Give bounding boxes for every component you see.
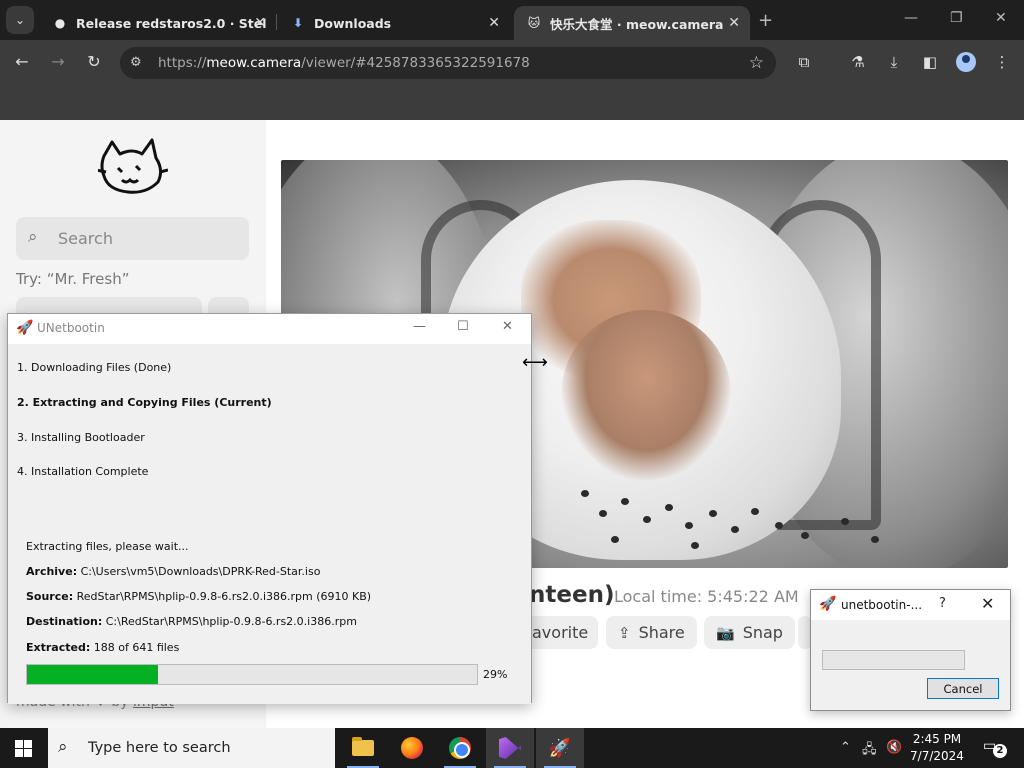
cancel-button[interactable]: Cancel [927, 678, 999, 699]
browser-toolbar: ← → ↻ ⚙ https://meow.camera/viewer/#4258… [0, 40, 1024, 86]
maximize-icon[interactable]: ☐ [457, 319, 469, 334]
unetbootin-body: 1. Downloading Files (Done) 2. Extractin… [8, 344, 531, 704]
step-downloading: 1. Downloading Files (Done) [17, 361, 172, 374]
start-windows-icon[interactable] [15, 740, 32, 757]
search-suggestion[interactable]: Try: “Mr. Fresh” [16, 270, 129, 288]
dialog-titlebar[interactable]: 🚀 unetbootin-... ? ✕ [811, 590, 1010, 620]
tab-meow-camera[interactable]: 🐱 快乐大食堂 · meow.camera ✕ [514, 6, 750, 40]
step-complete: 4. Installation Complete [17, 465, 149, 478]
cat-icon: 🐱 [527, 16, 541, 30]
site-info-icon[interactable]: ⚙ [130, 55, 142, 70]
minimize-icon[interactable]: — [904, 10, 918, 26]
profile-avatar[interactable] [956, 52, 976, 72]
unetbootin-window: 🚀 UNetbootin — ☐ ✕ 1. Downloading Files … [7, 313, 532, 704]
download-icon: ⬇ [292, 16, 304, 30]
dialog-progress-bar [822, 650, 965, 670]
restore-icon[interactable]: ❐ [950, 10, 963, 26]
firefox-icon[interactable] [388, 728, 436, 768]
unetbootin-app-icon: 🚀 [16, 320, 34, 336]
local-time: Local time: 5:45:22 AM [614, 587, 799, 606]
share-icon: ⇪ [618, 623, 631, 642]
step-extracting: 2. Extracting and Copying Files (Current… [17, 396, 272, 409]
close-window-icon[interactable]: ✕ [995, 10, 1007, 26]
new-tab-button[interactable]: + [758, 10, 773, 31]
unetbootin-taskbar-icon[interactable]: 🚀 [536, 728, 584, 768]
minimize-icon[interactable]: — [413, 319, 426, 334]
step-bootloader: 3. Installing Bootloader [17, 431, 145, 444]
feed-title: nteen) [529, 582, 615, 608]
search-icon: ⌕ [28, 227, 38, 247]
network-icon[interactable]: 🖧 [862, 740, 877, 762]
unetbootin-titlebar[interactable]: 🚀 UNetbootin — ☐ ✕ [8, 314, 531, 344]
unetbootin-app-icon: 🚀 [819, 596, 837, 612]
progress-percent: 29% [483, 668, 508, 681]
visual-studio-icon[interactable] [486, 728, 534, 768]
resize-cursor-icon: ⟷ [522, 352, 548, 373]
volume-muted-icon[interactable]: 🔇 [886, 740, 902, 755]
extensions-icon[interactable]: ⧉ [794, 53, 814, 71]
chrome-icon[interactable] [436, 728, 484, 768]
unetbootin-dialog: 🚀 unetbootin-... ? ✕ Cancel [810, 589, 1011, 711]
search-icon: ⌕ [58, 737, 68, 757]
close-icon[interactable]: ✕ [254, 15, 266, 31]
progress-fill [27, 665, 158, 684]
tab-downloads[interactable]: ⬇ Downloads ✕ [278, 6, 510, 40]
source-info: Source: RedStar\RPMS\hplip-0.9.8-6.rs2.0… [26, 590, 372, 603]
archive-info: Archive: C:\Users\vm5\Downloads\DPRK-Red… [26, 565, 321, 578]
status-text: Extracting files, please wait... [26, 540, 189, 553]
forward-icon[interactable]: → [47, 52, 69, 71]
menu-kebab-icon[interactable]: ⋮ [992, 53, 1012, 71]
file-explorer-icon[interactable] [339, 728, 387, 768]
cat-logo-icon[interactable] [98, 136, 168, 198]
system-clock[interactable]: 2:45 PM 7/7/2024 [906, 731, 968, 765]
labs-flask-icon[interactable]: ⚗ [848, 53, 868, 71]
snap-button[interactable]: 📷 Snap [704, 616, 795, 649]
bookmark-bar [0, 86, 1024, 120]
back-icon[interactable]: ← [11, 52, 33, 71]
reload-icon[interactable]: ↻ [83, 52, 105, 71]
close-icon[interactable]: ✕ [502, 319, 513, 334]
side-panel-icon[interactable]: ◧ [920, 53, 940, 71]
destination-info: Destination: C:\RedStar\RPMS\hplip-0.9.8… [26, 615, 357, 628]
notification-center-icon[interactable]: ▭ 2 [983, 738, 1007, 758]
browser-tab-bar: ⌄ ● Release redstaros2.0 · StellaLo ✕ ⬇ … [0, 0, 1024, 40]
close-icon[interactable]: ✕ [981, 594, 994, 613]
camera-icon: 📷 [716, 623, 735, 642]
help-button[interactable]: ? [939, 596, 946, 611]
taskbar-search[interactable]: ⌕ Type here to search [48, 728, 335, 768]
extract-progress-bar [26, 664, 478, 685]
extracted-info: Extracted: 188 of 641 files [26, 641, 180, 654]
downloads-icon[interactable]: ⤓ [884, 53, 904, 71]
show-hidden-icons-chevron[interactable]: ⌃ [840, 740, 851, 755]
tab-github-release[interactable]: ● Release redstaros2.0 · StellaLo ✕ [40, 6, 276, 40]
bookmark-star-icon[interactable]: ☆ [749, 53, 764, 73]
tab-search-menu-button[interactable]: ⌄ [6, 6, 34, 34]
share-button[interactable]: ⇪ Share [606, 616, 697, 649]
github-icon: ● [54, 16, 66, 30]
windows-taskbar: ⌕ Type here to search 🚀 ⌃ 🖧 🔇 2:45 PM 7/… [0, 728, 1024, 768]
search-input[interactable]: ⌕ Search [16, 217, 249, 260]
url-text[interactable]: https://meow.camera/viewer/#425878336532… [158, 55, 530, 71]
close-icon[interactable]: ✕ [728, 15, 740, 31]
close-icon[interactable]: ✕ [488, 15, 500, 31]
address-bar[interactable]: ⚙ https://meow.camera/viewer/#4258783365… [120, 47, 776, 79]
